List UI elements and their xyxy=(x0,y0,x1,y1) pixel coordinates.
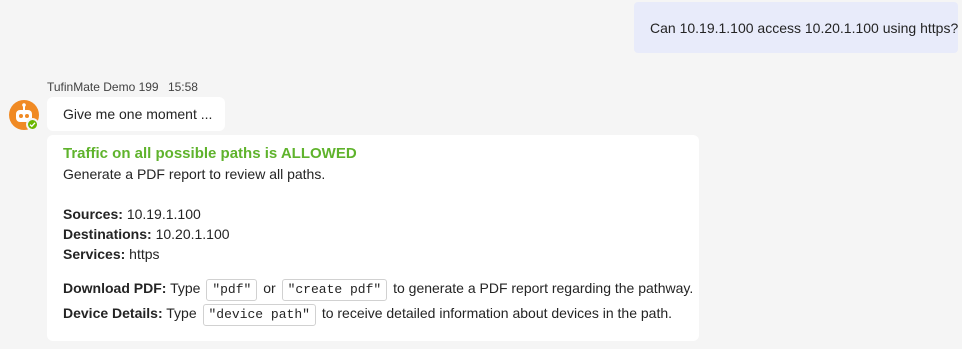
pdf-command: "pdf" xyxy=(206,279,258,301)
sources-row: Sources: 10.19.1.100 xyxy=(63,204,683,224)
bot-result-card[interactable]: Traffic on all possible paths is ALLOWED… xyxy=(47,135,699,341)
device-details-label: Device Details: xyxy=(63,305,163,321)
device-details-row: Device Details: Type "device path" to re… xyxy=(63,301,683,326)
download-pdf-row: Download PDF: Type "pdf" or "create pdf"… xyxy=(63,276,693,301)
user-message-bubble[interactable]: Can 10.19.1.100 access 10.20.1.100 using… xyxy=(634,2,958,53)
bot-message-text: Give me one moment ... xyxy=(63,106,213,122)
chat-view: Can 10.19.1.100 access 10.20.1.100 using… xyxy=(0,0,962,349)
destinations-row: Destinations: 10.20.1.100 xyxy=(63,224,683,244)
download-pdf-label: Download PDF: xyxy=(63,280,167,296)
device-path-command: "device path" xyxy=(202,304,316,326)
services-label: Services: xyxy=(63,246,126,262)
bot-message-header: TufinMate Demo 199 15:58 xyxy=(47,80,198,94)
sources-label: Sources: xyxy=(63,206,123,222)
bot-name: TufinMate Demo 199 xyxy=(47,80,159,94)
device-type-text: Type xyxy=(166,305,197,321)
device-suffix-text: to receive detailed information about de… xyxy=(321,305,673,321)
user-message-text: Can 10.19.1.100 access 10.20.1.100 using… xyxy=(650,19,959,36)
download-type-text: Type xyxy=(170,280,201,296)
download-suffix-text: to generate a PDF report regarding the p… xyxy=(393,280,694,296)
sources-value: 10.19.1.100 xyxy=(126,206,201,222)
bot-message-bubble[interactable]: Give me one moment ... xyxy=(47,97,225,131)
destinations-value: 10.20.1.100 xyxy=(155,226,230,242)
traffic-status: Traffic on all possible paths is ALLOWED xyxy=(63,145,357,162)
services-row: Services: https xyxy=(63,244,683,264)
create-pdf-command: "create pdf" xyxy=(281,279,388,301)
download-or-text: or xyxy=(263,280,276,296)
message-time: 15:58 xyxy=(167,80,198,94)
services-value: https xyxy=(129,246,160,262)
presence-available-icon xyxy=(26,118,39,131)
card-subtitle: Generate a PDF report to review all path… xyxy=(63,166,326,182)
destinations-label: Destinations: xyxy=(63,226,152,242)
